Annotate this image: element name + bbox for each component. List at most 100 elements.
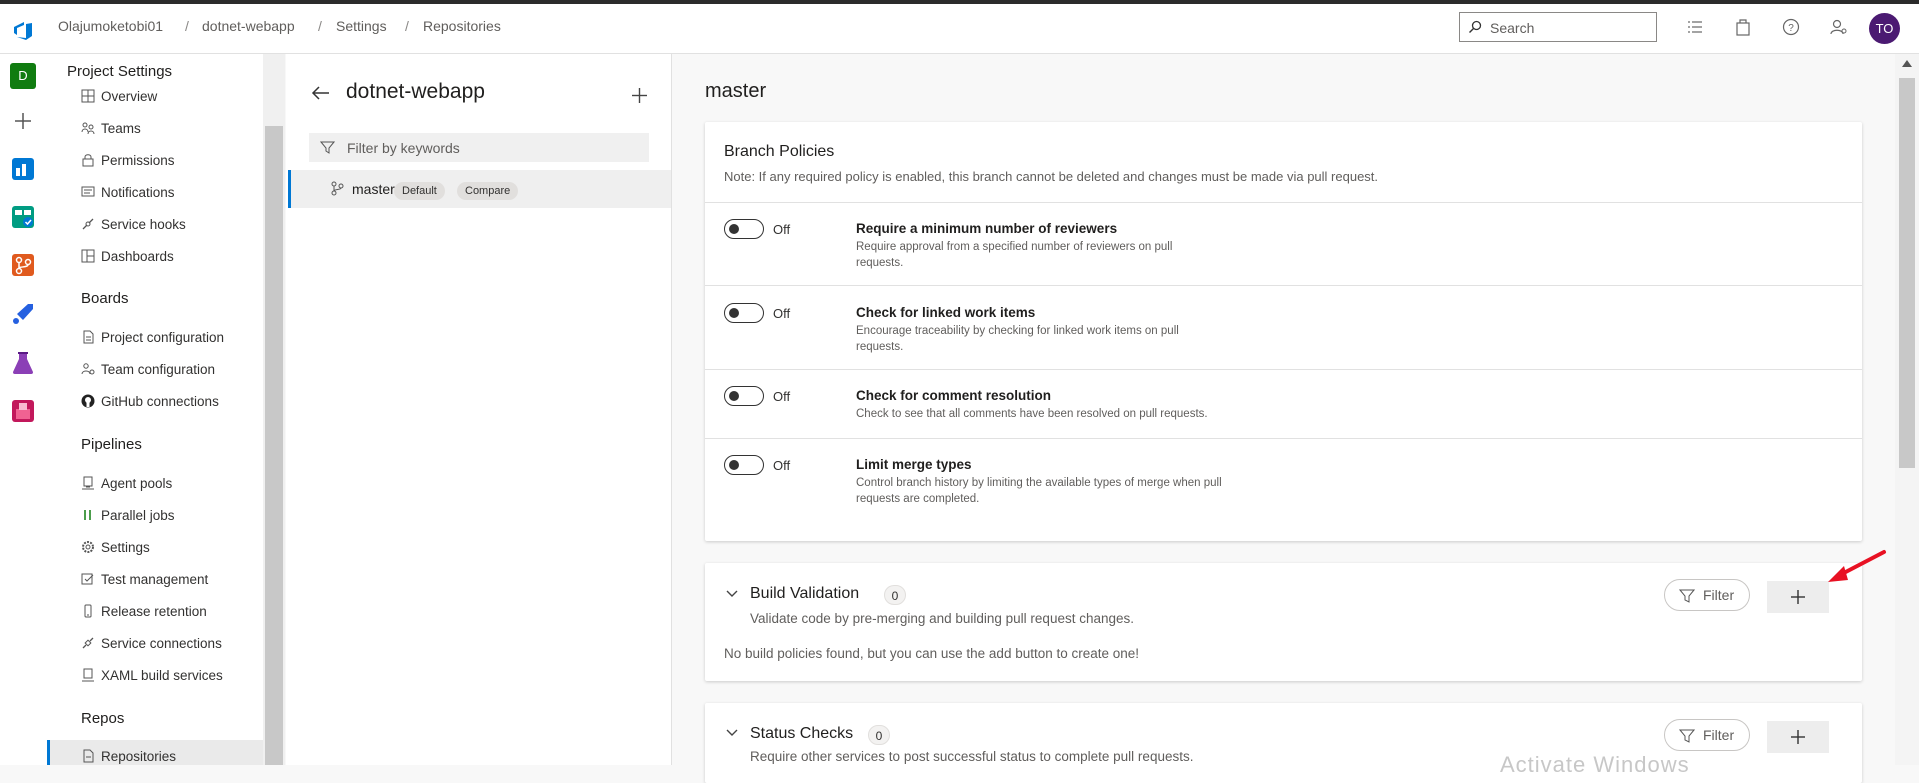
nav-label: Team configuration bbox=[101, 362, 216, 377]
add-status-check-button[interactable] bbox=[1767, 721, 1829, 753]
back-arrow-icon[interactable] bbox=[311, 85, 331, 101]
policy-toggle-limit-merge-types[interactable] bbox=[724, 455, 764, 475]
breadcrumb-org[interactable]: Olajumoketobi01 bbox=[58, 18, 163, 34]
chevron-down-icon[interactable] bbox=[726, 727, 738, 739]
build-validation-filter-button[interactable]: Filter bbox=[1664, 579, 1750, 611]
branch-filter[interactable] bbox=[309, 133, 649, 162]
document-icon bbox=[83, 330, 94, 344]
policy-description: Check to see that all comments have been… bbox=[856, 408, 1208, 420]
nav-label: Release retention bbox=[101, 604, 207, 619]
help-icon[interactable]: ? bbox=[1781, 17, 1801, 37]
nav-title: Project Settings bbox=[67, 63, 173, 80]
filter-icon bbox=[1679, 589, 1695, 603]
branch-icon bbox=[331, 181, 344, 196]
policy-title: Check for comment resolution bbox=[856, 388, 1052, 403]
red-arrow-annotation-icon bbox=[1828, 550, 1886, 582]
nav-label: Settings bbox=[101, 540, 150, 555]
breadcrumb-separator: / bbox=[405, 18, 409, 34]
nav-label: Overview bbox=[101, 89, 158, 104]
divider bbox=[705, 369, 1862, 370]
repository-icon bbox=[83, 749, 94, 763]
policy-title: Require a minimum number of reviewers bbox=[856, 221, 1118, 236]
build-validation-title: Build Validation bbox=[750, 585, 860, 602]
status-checks-title: Status Checks bbox=[750, 725, 854, 742]
breadcrumb-project[interactable]: dotnet-webapp bbox=[202, 18, 295, 34]
repos-icon[interactable] bbox=[10, 252, 36, 278]
nav-label: GitHub connections bbox=[101, 394, 219, 409]
build-validation-description: Validate code by pre-merging and buildin… bbox=[750, 611, 1134, 626]
divider bbox=[705, 438, 1862, 439]
toggle-state-label: Off bbox=[773, 222, 791, 237]
marketplace-bag-icon[interactable] bbox=[1733, 17, 1753, 37]
policy-toggle-comment-resolution[interactable] bbox=[724, 386, 764, 406]
user-avatar[interactable]: TO bbox=[1869, 13, 1900, 44]
pipelines-icon[interactable] bbox=[10, 301, 36, 327]
gear-icon bbox=[82, 541, 94, 553]
nav-label: Service connections bbox=[101, 636, 222, 651]
project-avatar-icon[interactable]: D bbox=[10, 63, 36, 89]
build-validation-count: 0 bbox=[884, 585, 906, 605]
main-scrollbar-thumb[interactable] bbox=[1899, 78, 1915, 468]
test-plans-icon[interactable] bbox=[10, 350, 36, 376]
overview-grid-icon bbox=[81, 89, 95, 103]
filter-label: Filter bbox=[1703, 727, 1735, 743]
nav-label: Parallel jobs bbox=[101, 508, 175, 523]
branch-filter-input[interactable] bbox=[345, 139, 639, 157]
repository-name: dotnet-webapp bbox=[346, 80, 485, 103]
policy-title: Limit merge types bbox=[856, 457, 972, 472]
agent-icon bbox=[82, 476, 94, 490]
search-box[interactable] bbox=[1459, 12, 1657, 42]
policy-title: Check for linked work items bbox=[856, 305, 1036, 320]
overview-icon[interactable] bbox=[10, 156, 36, 182]
nav-label: Repositories bbox=[101, 749, 177, 764]
nav-scrollbar-thumb[interactable] bbox=[265, 126, 283, 765]
divider bbox=[705, 285, 1862, 286]
add-branch-icon[interactable] bbox=[631, 87, 648, 104]
azure-devops-logo-icon[interactable] bbox=[12, 19, 34, 41]
build-agent-icon bbox=[82, 668, 94, 682]
team-configuration-icon bbox=[81, 363, 95, 375]
search-icon bbox=[1469, 20, 1482, 33]
search-input[interactable] bbox=[1488, 19, 1652, 37]
plus-icon bbox=[1791, 730, 1805, 744]
branch-name: master bbox=[352, 181, 395, 197]
nav-label: Notifications bbox=[101, 185, 175, 200]
divider bbox=[705, 202, 1862, 203]
boards-icon[interactable] bbox=[10, 204, 36, 230]
nav-section-boards: Boards bbox=[81, 290, 129, 307]
nav-label: Agent pools bbox=[101, 476, 173, 491]
breadcrumb-separator: / bbox=[185, 18, 189, 34]
phone-icon bbox=[84, 604, 92, 618]
breadcrumb-separator: / bbox=[318, 18, 322, 34]
policy-toggle-min-reviewers[interactable] bbox=[724, 219, 764, 239]
filter-icon bbox=[320, 141, 335, 154]
lock-icon bbox=[82, 154, 94, 167]
service-hooks-icon bbox=[82, 218, 94, 230]
plus-icon bbox=[1791, 590, 1805, 604]
build-validation-empty-message: No build policies found, but you can use… bbox=[724, 646, 1140, 661]
breadcrumb-settings[interactable]: Settings bbox=[336, 18, 387, 34]
filter-label: Filter bbox=[1703, 587, 1735, 603]
branch-policies-title: Branch Policies bbox=[724, 143, 835, 160]
breadcrumb-repositories[interactable]: Repositories bbox=[423, 18, 501, 34]
filter-icon bbox=[1679, 729, 1695, 743]
status-checks-description: Require other services to post successfu… bbox=[750, 749, 1194, 764]
test-management-icon bbox=[81, 573, 94, 585]
branch-row-master[interactable]: master Default Compare bbox=[288, 170, 671, 208]
policy-description: Control branch history by limiting the a… bbox=[856, 477, 1222, 505]
policy-toggle-linked-work-items[interactable] bbox=[724, 303, 764, 323]
policy-description: Require approval from a specified number… bbox=[856, 241, 1173, 269]
status-checks-filter-button[interactable]: Filter bbox=[1664, 719, 1750, 751]
user-settings-icon[interactable] bbox=[1829, 17, 1849, 37]
chevron-down-icon[interactable] bbox=[726, 588, 738, 600]
nav-label: Service hooks bbox=[101, 217, 186, 232]
scroll-up-icon[interactable] bbox=[1901, 58, 1913, 68]
artifacts-icon[interactable] bbox=[10, 398, 36, 424]
plus-icon[interactable] bbox=[12, 110, 34, 132]
nav-label: Project configuration bbox=[101, 330, 225, 345]
task-list-icon[interactable] bbox=[1685, 17, 1705, 37]
compare-badge[interactable]: Compare bbox=[457, 182, 519, 200]
nav-section-pipelines: Pipelines bbox=[81, 436, 142, 453]
add-build-policy-button[interactable] bbox=[1767, 581, 1829, 613]
toggle-state-label: Off bbox=[773, 458, 791, 473]
